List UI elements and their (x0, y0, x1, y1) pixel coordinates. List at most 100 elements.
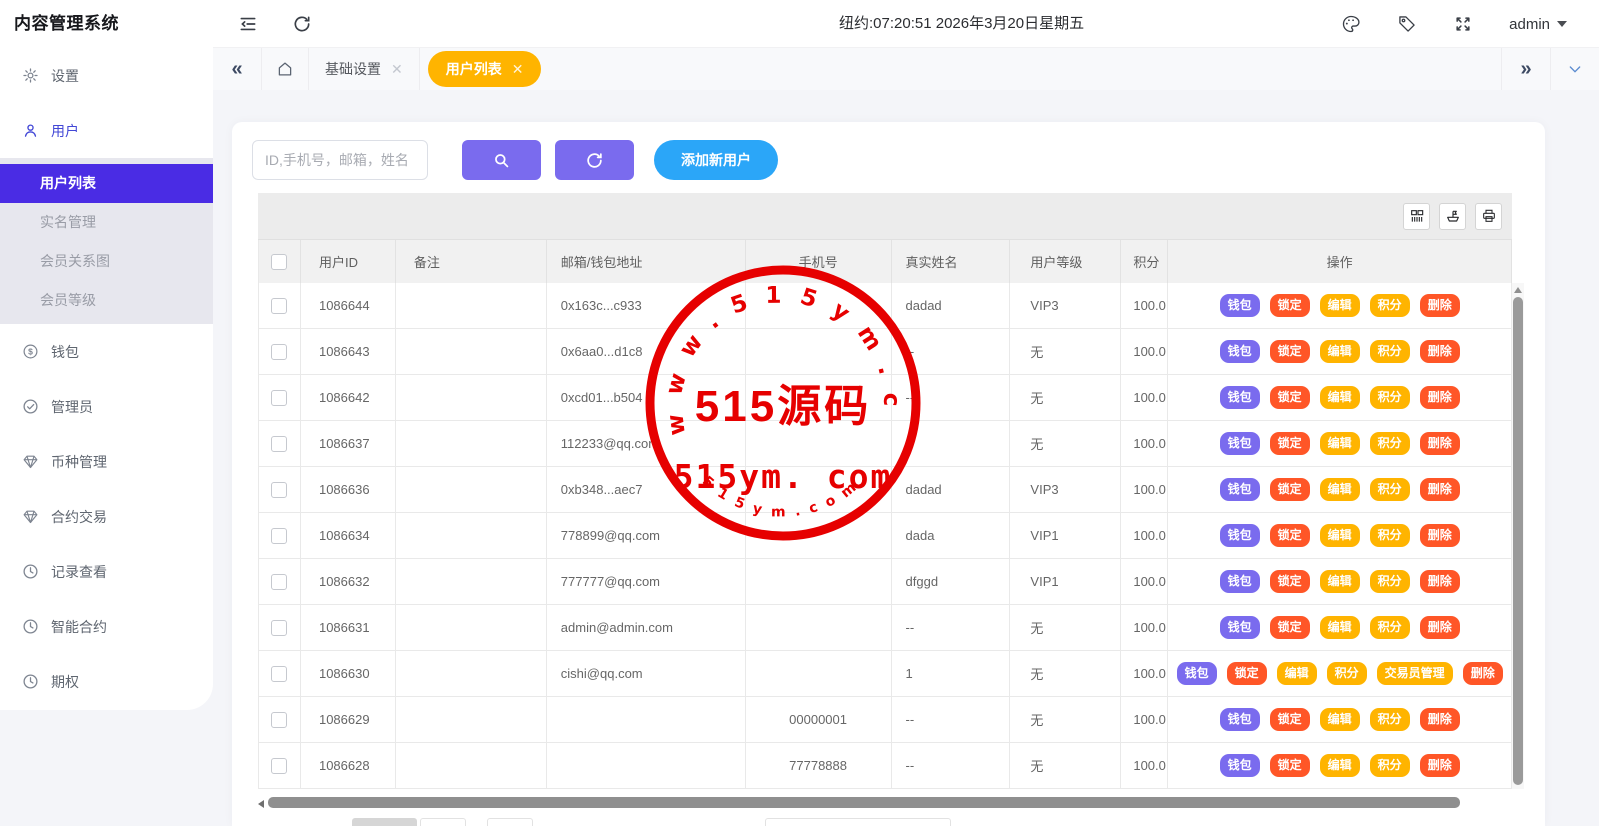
points-button[interactable]: 积分 (1370, 340, 1410, 363)
wallet-button[interactable]: 钱包 (1220, 386, 1260, 409)
pagination-page-box[interactable] (487, 818, 533, 826)
sidebar-subitem-0[interactable]: 用户列表 (0, 164, 213, 203)
edit-button[interactable]: 编辑 (1320, 478, 1360, 501)
sidebar-item-users[interactable]: 用户 (0, 103, 213, 158)
points-button[interactable]: 积分 (1370, 708, 1410, 731)
add-user-button[interactable]: 添加新用户 (654, 140, 778, 180)
select-all-checkbox[interactable] (271, 254, 287, 270)
delete-button[interactable]: 删除 (1420, 432, 1460, 455)
row-checkbox[interactable] (271, 436, 287, 452)
edit-button[interactable]: 编辑 (1320, 340, 1360, 363)
wallet-button[interactable]: 钱包 (1220, 708, 1260, 731)
tab-user-list[interactable]: 用户列表 ✕ (428, 51, 542, 87)
row-checkbox[interactable] (271, 620, 287, 636)
sidebar-subitem-2[interactable]: 会员关系图 (0, 242, 213, 281)
delete-button[interactable]: 删除 (1420, 754, 1460, 777)
lock-button[interactable]: 锁定 (1227, 662, 1267, 685)
search-button[interactable] (462, 140, 541, 180)
edit-button[interactable]: 编辑 (1320, 294, 1360, 317)
wallet-button[interactable]: 钱包 (1220, 616, 1260, 639)
vertical-scroll-thumb[interactable] (1513, 297, 1523, 785)
delete-button[interactable]: 删除 (1420, 570, 1460, 593)
horizontal-scroll-thumb[interactable] (268, 797, 1460, 808)
row-checkbox[interactable] (271, 528, 287, 544)
tabs-scroll-right[interactable]: » (1502, 48, 1550, 90)
lock-button[interactable]: 锁定 (1270, 294, 1310, 317)
row-checkbox[interactable] (271, 666, 287, 682)
wallet-button[interactable]: 钱包 (1220, 478, 1260, 501)
wallet-button[interactable]: 钱包 (1220, 294, 1260, 317)
pagination-button[interactable] (352, 818, 417, 826)
lock-button[interactable]: 锁定 (1270, 570, 1310, 593)
edit-button[interactable]: 编辑 (1320, 524, 1360, 547)
tabs-more[interactable] (1551, 48, 1599, 90)
wallet-button[interactable]: 钱包 (1220, 524, 1260, 547)
tag-icon[interactable] (1397, 14, 1417, 34)
palette-icon[interactable] (1341, 14, 1361, 34)
points-button[interactable]: 积分 (1370, 616, 1410, 639)
points-button[interactable]: 积分 (1370, 570, 1410, 593)
columns-button[interactable] (1403, 203, 1430, 230)
pagination-page-box[interactable] (420, 818, 466, 826)
print-button[interactable] (1475, 203, 1502, 230)
lock-button[interactable]: 锁定 (1270, 340, 1310, 363)
points-button[interactable]: 积分 (1370, 524, 1410, 547)
trader-manage-button[interactable]: 交易员管理 (1377, 662, 1453, 685)
close-tab-icon[interactable]: ✕ (391, 62, 403, 76)
export-button[interactable] (1439, 203, 1466, 230)
delete-button[interactable]: 删除 (1420, 386, 1460, 409)
sidebar-item-smart-contract[interactable]: 智能合约 (0, 599, 213, 654)
sidebar-subitem-3[interactable]: 会员等级 (0, 281, 213, 320)
tabs-scroll-left[interactable]: « (213, 48, 261, 90)
fullscreen-icon[interactable] (1453, 14, 1473, 34)
wallet-button[interactable]: 钱包 (1220, 340, 1260, 363)
sidebar-item-options[interactable]: 期权 (0, 654, 213, 709)
sidebar-item-currency-manage[interactable]: 币种管理 (0, 434, 213, 489)
sidebar-item-admin[interactable]: 管理员 (0, 379, 213, 434)
home-tab[interactable] (262, 48, 308, 90)
row-checkbox[interactable] (271, 758, 287, 774)
lock-button[interactable]: 锁定 (1270, 616, 1310, 639)
lock-button[interactable]: 锁定 (1270, 754, 1310, 777)
edit-button[interactable]: 编辑 (1320, 432, 1360, 455)
delete-button[interactable]: 删除 (1420, 478, 1460, 501)
sidebar-item-wallet[interactable]: $钱包 (0, 324, 213, 379)
sidebar-subitem-1[interactable]: 实名管理 (0, 203, 213, 242)
reload-button[interactable] (555, 140, 634, 180)
scroll-up-arrow[interactable] (1514, 287, 1522, 293)
points-button[interactable]: 积分 (1370, 754, 1410, 777)
row-checkbox[interactable] (271, 390, 287, 406)
lock-button[interactable]: 锁定 (1270, 708, 1310, 731)
sidebar-item-contract-trade[interactable]: 合约交易 (0, 489, 213, 544)
edit-button[interactable]: 编辑 (1277, 662, 1317, 685)
refresh-icon[interactable] (292, 14, 312, 34)
search-input[interactable] (252, 140, 428, 180)
user-menu[interactable]: admin (1509, 16, 1567, 33)
tab-basic-settings[interactable]: 基础设置 ✕ (309, 48, 419, 90)
row-checkbox[interactable] (271, 482, 287, 498)
row-checkbox[interactable] (271, 574, 287, 590)
close-tab-icon[interactable]: ✕ (512, 62, 524, 76)
row-checkbox[interactable] (271, 712, 287, 728)
lock-button[interactable]: 锁定 (1270, 386, 1310, 409)
delete-button[interactable]: 删除 (1420, 616, 1460, 639)
lock-button[interactable]: 锁定 (1270, 432, 1310, 455)
wallet-button[interactable]: 钱包 (1220, 754, 1260, 777)
wallet-button[interactable]: 钱包 (1220, 570, 1260, 593)
edit-button[interactable]: 编辑 (1320, 754, 1360, 777)
sidebar-item-records[interactable]: 记录查看 (0, 544, 213, 599)
wallet-button[interactable]: 钱包 (1177, 662, 1217, 685)
delete-button[interactable]: 删除 (1420, 294, 1460, 317)
wallet-button[interactable]: 钱包 (1220, 432, 1260, 455)
row-checkbox[interactable] (271, 344, 287, 360)
delete-button[interactable]: 删除 (1420, 340, 1460, 363)
edit-button[interactable]: 编辑 (1320, 570, 1360, 593)
points-button[interactable]: 积分 (1370, 386, 1410, 409)
scroll-left-arrow[interactable] (258, 800, 264, 808)
points-button[interactable]: 积分 (1370, 478, 1410, 501)
delete-button[interactable]: 删除 (1420, 708, 1460, 731)
lock-button[interactable]: 锁定 (1270, 478, 1310, 501)
sidebar-item-settings[interactable]: 设置 (0, 48, 213, 103)
delete-button[interactable]: 删除 (1463, 662, 1503, 685)
delete-button[interactable]: 删除 (1420, 524, 1460, 547)
